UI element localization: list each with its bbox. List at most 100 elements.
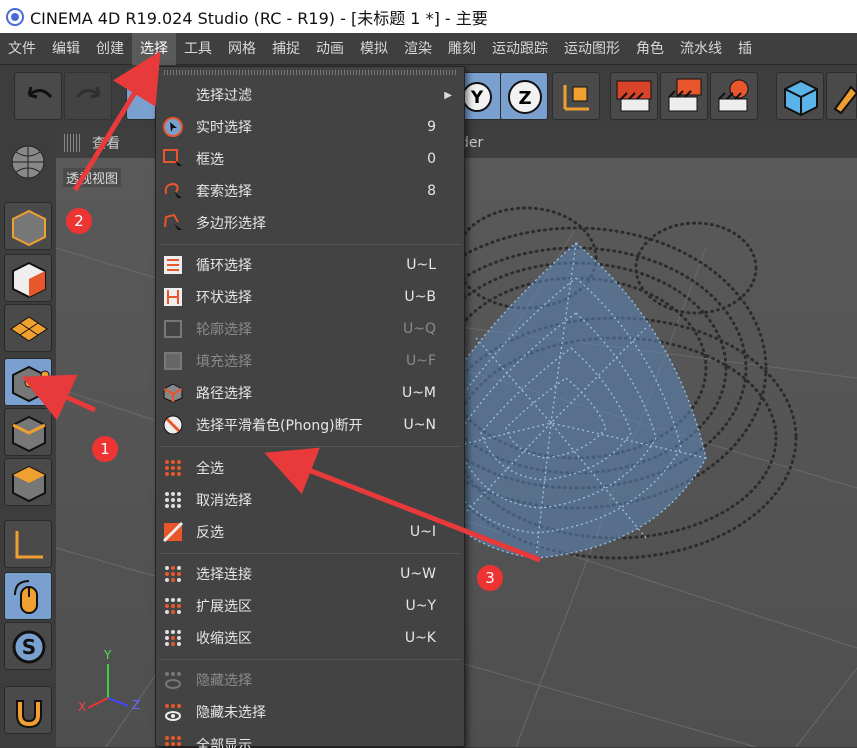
render-settings-button[interactable]	[710, 72, 758, 120]
menu-simulate[interactable]: 模拟	[352, 33, 396, 65]
menu-item-rectangle-select[interactable]: 框选 0	[156, 143, 464, 175]
viewport-menu-view[interactable]: 查看	[92, 133, 120, 153]
axis-x-text: X	[78, 700, 87, 714]
menu-plugins[interactable]: 插	[730, 33, 760, 65]
fill-select-icon	[162, 350, 184, 372]
axis-z-text: Z	[132, 698, 141, 712]
menu-pipeline[interactable]: 流水线	[672, 33, 730, 65]
menu-separator	[160, 553, 460, 554]
window-title: CINEMA 4D R19.024 Studio (RC - R19) - [未…	[30, 8, 488, 28]
menu-item-select-connected[interactable]: 选择连接 U~W	[156, 558, 464, 590]
edges-cube-icon	[12, 415, 46, 453]
menu-animate[interactable]: 动画	[308, 33, 352, 65]
polygons-mode-button[interactable]	[4, 458, 52, 506]
select-dropdown-menu: 选择过滤 ▶ 实时选择 9 框选 0 套索选择 8 多边形选择 循环选择 U~L…	[155, 66, 465, 748]
menu-item-fill-select[interactable]: 填充选择 U~F	[156, 345, 464, 377]
menu-edit[interactable]: 编辑	[44, 33, 88, 65]
select-all-icon	[162, 457, 184, 479]
menu-item-ring-select[interactable]: 环状选择 U~B	[156, 281, 464, 313]
render-view-button[interactable]	[610, 72, 658, 120]
annotation-badge-2: 2	[66, 208, 92, 234]
axis-z-button[interactable]: Z	[500, 72, 548, 120]
menu-create[interactable]: 创建	[88, 33, 132, 65]
menu-item-shrink-selection[interactable]: 收缩选区 U~K	[156, 622, 464, 654]
menu-select[interactable]: 选择	[132, 32, 176, 65]
coordinate-system-button[interactable]	[552, 72, 600, 120]
menu-item-unhide-all[interactable]: 全部显示	[156, 728, 464, 748]
axis-icon	[15, 531, 43, 559]
grow-select-icon	[162, 595, 184, 617]
mouse-icon	[14, 580, 38, 614]
menu-item-hide-unselected[interactable]: 隐藏未选择	[156, 696, 464, 728]
pen-tool-button[interactable]	[826, 72, 857, 120]
edges-mode-button[interactable]	[4, 408, 52, 456]
snap-button[interactable]: S	[4, 622, 52, 670]
loop-select-icon	[162, 254, 184, 276]
menu-item-loop-select[interactable]: 循环选择 U~L	[156, 249, 464, 281]
menu-render[interactable]: 渲染	[396, 33, 440, 65]
menu-item-select-all[interactable]: 全选	[156, 452, 464, 484]
menu-sculpt[interactable]: 雕刻	[440, 33, 484, 65]
points-cube-icon	[12, 365, 50, 403]
select-connected-icon	[162, 563, 184, 585]
unhide-all-icon	[162, 733, 184, 748]
rectangle-select-icon	[162, 148, 184, 170]
tweak-mode-button[interactable]	[4, 572, 52, 620]
menu-item-path-select[interactable]: 路径选择 U~M	[156, 377, 464, 409]
menu-item-live-select[interactable]: 实时选择 9	[156, 111, 464, 143]
menu-mesh[interactable]: 网格	[220, 33, 264, 65]
make-editable-button[interactable]	[4, 138, 52, 186]
workplane-button[interactable]	[4, 304, 52, 352]
menu-mograph[interactable]: 运动图形	[556, 33, 628, 65]
shrink-select-icon	[162, 627, 184, 649]
menu-item-invert-selection[interactable]: 反选 U~I	[156, 516, 464, 548]
menu-separator	[160, 659, 460, 660]
undo-icon	[27, 86, 53, 99]
viewport-label: 透视视图	[63, 168, 122, 187]
axis-mode-button[interactable]	[4, 520, 52, 568]
magnet-button[interactable]	[4, 686, 52, 734]
undo-button[interactable]	[14, 72, 62, 120]
axis-y-text: Y	[104, 648, 112, 662]
hide-selected-icon	[162, 669, 184, 691]
menu-item-outline-select[interactable]: 轮廓选择 U~Q	[156, 313, 464, 345]
axis-y-label: Y	[470, 88, 484, 108]
cinema4d-logo-icon	[6, 7, 24, 26]
polygon-select-icon	[162, 212, 184, 234]
submenu-arrow-icon: ▶	[444, 89, 452, 101]
model-mode-button-left[interactable]	[4, 202, 52, 250]
menu-item-deselect-all[interactable]: 取消选择	[156, 484, 464, 516]
coordinate-system-icon	[563, 85, 589, 111]
menu-snap[interactable]: 捕捉	[264, 33, 308, 65]
hide-unselected-icon	[162, 701, 184, 723]
menu-character[interactable]: 角色	[628, 33, 672, 65]
polygons-cube-icon	[12, 465, 46, 503]
menu-item-hide-selected[interactable]: 隐藏选择	[156, 664, 464, 696]
model-mode-button[interactable]	[126, 72, 156, 120]
menu-item-grow-selection[interactable]: 扩展选区 U~Y	[156, 590, 464, 622]
ring-select-icon	[162, 286, 184, 308]
menu-item-polygon-select[interactable]: 多边形选择	[156, 207, 464, 239]
texture-mode-button[interactable]	[4, 254, 52, 302]
svg-text:S: S	[22, 635, 36, 659]
cube-object-button[interactable]	[776, 72, 824, 120]
points-mode-button[interactable]	[4, 358, 52, 406]
redo-button[interactable]	[64, 72, 112, 120]
menu-item-lasso-select[interactable]: 套索选择 8	[156, 175, 464, 207]
menu-item-selection-filter[interactable]: 选择过滤 ▶	[156, 79, 464, 111]
axis-y-button[interactable]: Y	[462, 72, 502, 120]
cube-icon	[784, 79, 818, 117]
menu-motion-tracker[interactable]: 运动跟踪	[484, 33, 556, 65]
grid-plane-icon	[10, 316, 48, 342]
menu-file[interactable]: 文件	[0, 33, 44, 65]
menu-item-phong-break-select[interactable]: 选择平滑着色(Phong)断开 U~N	[156, 409, 464, 441]
clapboard-icon	[616, 80, 652, 112]
axis-z-label: Z	[518, 88, 531, 109]
clapboard-icon-2	[668, 78, 702, 112]
menu-grip[interactable]	[164, 70, 456, 75]
lasso-select-icon	[162, 180, 184, 202]
invert-select-icon	[162, 521, 184, 543]
axis-gizmo	[87, 664, 129, 709]
menu-tools[interactable]: 工具	[176, 33, 220, 65]
render-picture-viewer-button[interactable]	[660, 72, 708, 120]
